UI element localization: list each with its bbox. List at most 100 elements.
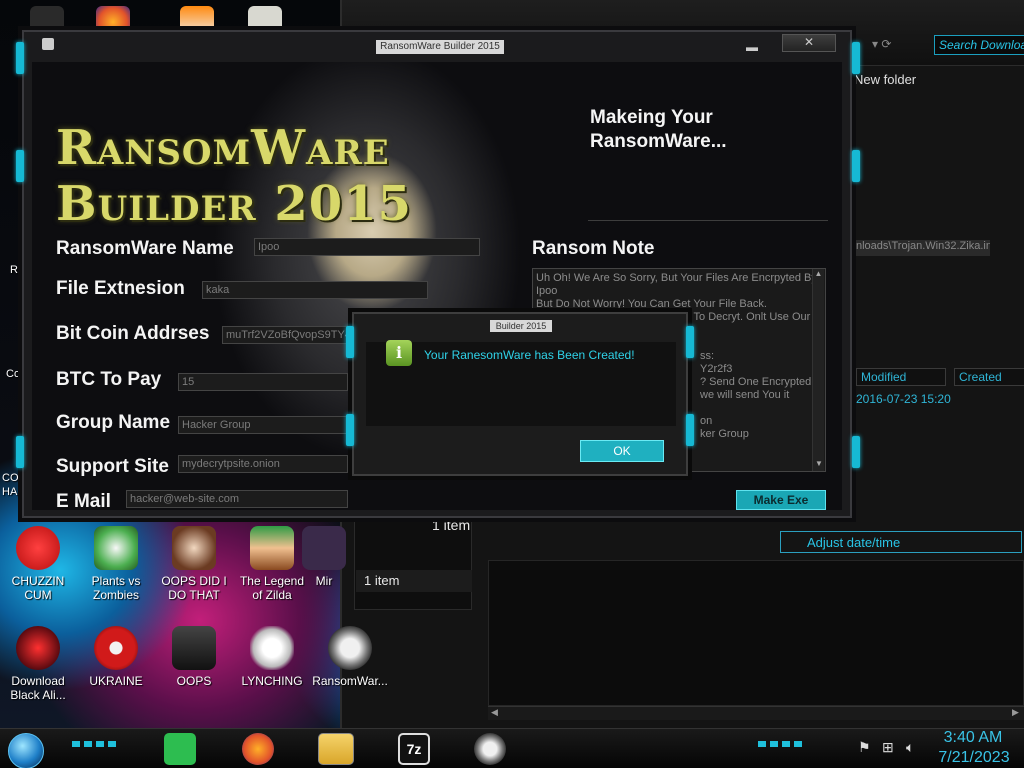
- volume-icon[interactable]: 🔈︎: [906, 739, 914, 756]
- close-button[interactable]: ✕: [782, 34, 836, 52]
- file-extension-input[interactable]: [202, 281, 428, 299]
- desktop-icon-lynching[interactable]: LYNCHING: [234, 626, 310, 688]
- portrait-icon: [172, 526, 216, 570]
- skull-taskbar-icon[interactable]: [474, 733, 506, 765]
- minimize-icon[interactable]: ▬: [746, 40, 758, 54]
- adjust-datetime-item[interactable]: Adjust date/time: [780, 531, 1022, 553]
- frame-accent: [852, 436, 860, 468]
- group-name-input[interactable]: [178, 416, 348, 434]
- clock-date[interactable]: 7/21/2023: [934, 749, 1014, 767]
- 7zip-taskbar-icon[interactable]: 7z: [398, 733, 430, 765]
- desktop-icon-ransomware[interactable]: RansomWar...: [312, 626, 388, 688]
- new-folder-button[interactable]: New folder: [854, 72, 916, 87]
- modified-value: 2016-07-23 15:20: [856, 392, 951, 406]
- flag-icon[interactable]: ⚑: [858, 739, 871, 756]
- dialog-frame-accent: [346, 326, 354, 358]
- window-system-icon[interactable]: [42, 38, 54, 50]
- desktop-icon-label: Mir: [315, 574, 333, 588]
- frame-accent: [16, 42, 24, 74]
- desktop-icon-label: RansomWar...: [312, 674, 388, 688]
- email-label: E Mail: [56, 491, 111, 510]
- file-explorer-taskbar-icon[interactable]: [318, 733, 354, 765]
- desktop-icon-label: The Legend of Zilda: [239, 574, 305, 602]
- desktop-icon-label: Plants vs Zombies: [91, 574, 141, 602]
- desktop-icon-label: OOPS DID I DO THAT: [161, 574, 227, 602]
- chuzzle-icon: [16, 526, 60, 570]
- desktop-icon-download-black[interactable]: Download Black Ali...: [0, 626, 76, 702]
- mir-icon: [302, 526, 346, 570]
- taskbar-accent: [758, 741, 802, 747]
- make-exe-button[interactable]: Make Exe: [736, 490, 826, 510]
- status-bar-count: 1 item: [356, 570, 472, 592]
- window-title: RansomWare Builder 2015: [376, 40, 504, 54]
- ransomware-name-label: RansomWare Name: [56, 238, 234, 259]
- note-line: But Do Not Worry! You Can Get Your File …: [536, 298, 767, 310]
- edge-label: CO: [2, 472, 19, 484]
- dialog-title: Builder 2015: [490, 320, 552, 332]
- start-button[interactable]: [8, 733, 44, 768]
- builder-success-dialog: Builder 2015 i Your RanesomWare has Been…: [352, 312, 688, 476]
- desktop-icon-plants-vs-zombies[interactable]: Plants vs Zombies: [78, 526, 154, 602]
- making-status-text: Makeing Your RansomWare...: [590, 107, 727, 152]
- frame-accent: [852, 150, 860, 182]
- scroll-down-icon[interactable]: ▼: [813, 459, 825, 471]
- pixel-character-icon: [250, 526, 294, 570]
- desktop-icon-label: Download Black Ali...: [10, 674, 66, 702]
- note-line: Ipoo: [536, 285, 558, 297]
- bitcoin-address-label: Bit Coin Addrses: [56, 323, 210, 344]
- item-count-text: 1 item: [432, 517, 471, 533]
- edge-label: Co: [6, 368, 21, 380]
- frame-accent: [852, 42, 860, 74]
- search-input[interactable]: Search Download: [934, 35, 1024, 55]
- desktop-icon-label: LYNCHING: [241, 674, 303, 688]
- firefox-taskbar-icon[interactable]: [242, 733, 274, 765]
- taskbar: 7z ⚑ ⊞ 🔈︎ 3:40 AM 7/21/2023: [0, 728, 1024, 768]
- edge-label: HA: [2, 486, 18, 498]
- notes-app-icon[interactable]: [164, 733, 196, 765]
- group-name-label: Group Name: [56, 412, 171, 433]
- column-modified[interactable]: Modified: [856, 368, 946, 386]
- email-input[interactable]: [126, 490, 348, 508]
- support-site-input[interactable]: [178, 455, 348, 473]
- ransom-note-label: Ransom Note: [532, 238, 655, 259]
- desktop-icon-label: UKRAINE: [89, 674, 143, 688]
- desktop-icon-chuzzin[interactable]: CHUZZIN CUM: [0, 526, 76, 602]
- dialog-message: Your RanesomWare has Been Created!: [424, 348, 635, 362]
- desktop-icon-ukraine[interactable]: UKRAINE: [78, 626, 154, 688]
- scroll-right-icon[interactable]: ▶: [1012, 707, 1019, 718]
- ok-button[interactable]: OK: [580, 440, 664, 462]
- file-extension-label: File Extnesion: [56, 278, 185, 299]
- plant-icon: [94, 526, 138, 570]
- ransomware-name-input[interactable]: [254, 238, 480, 256]
- scroll-up-icon[interactable]: ▲: [813, 269, 824, 281]
- explorer-nav-controls[interactable]: ▾ ⟳: [872, 37, 924, 53]
- desktop-icon-oops[interactable]: OOPS: [156, 626, 232, 688]
- builder-logo-title: RansomWare Builder 2015: [56, 120, 412, 232]
- desktop-icon-oops-did-i[interactable]: OOPS DID I DO THAT: [156, 526, 232, 602]
- desktop-icon-label: OOPS: [176, 674, 212, 688]
- frame-accent: [16, 150, 24, 182]
- desktop-icon-mir[interactable]: Mir: [296, 526, 352, 588]
- explorer-content-pane: [488, 560, 1024, 706]
- scroll-left-icon[interactable]: ◀: [491, 707, 498, 718]
- dialog-frame-accent: [346, 414, 354, 446]
- btc-to-pay-input[interactable]: [178, 373, 348, 391]
- dialog-frame-accent: [686, 414, 694, 446]
- skull-icon: [328, 626, 372, 670]
- horizontal-scrollbar[interactable]: ◀ ▶: [488, 706, 1024, 720]
- clock-time[interactable]: 3:40 AM: [938, 729, 1008, 747]
- support-site-label: Support Site: [56, 456, 169, 477]
- btc-to-pay-label: BTC To Pay: [56, 369, 162, 390]
- info-icon: i: [386, 340, 412, 366]
- monitor-icon: [172, 626, 216, 670]
- frame-accent: [16, 436, 24, 468]
- note-scrollbar[interactable]: ▲ ▼: [812, 269, 824, 471]
- separator-line: [588, 220, 828, 221]
- note-line: Uh Oh! We Are So Sorry, But Your Files A…: [536, 272, 820, 284]
- dialog-frame-accent: [686, 326, 694, 358]
- network-icon[interactable]: ⊞: [882, 739, 894, 756]
- taskbar-accent: [72, 741, 116, 747]
- column-created[interactable]: Created: [954, 368, 1024, 386]
- rope-icon: [250, 626, 294, 670]
- file-path-row[interactable]: nloads\Trojan.Win32.Zika.ine: [854, 240, 990, 256]
